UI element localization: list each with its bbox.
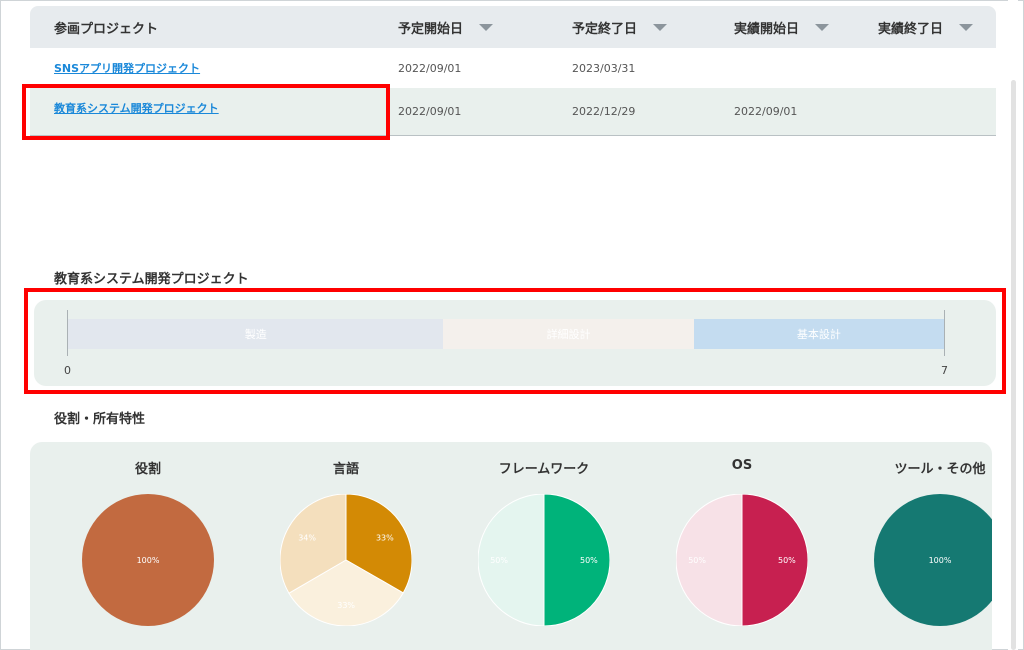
pie-title: フレームワーク: [498, 462, 590, 477]
project-link-sns[interactable]: SNSアプリ開発プロジェクト: [54, 60, 200, 76]
pie-slice-label: 100%: [137, 556, 160, 565]
pie-slice-label: 50%: [490, 556, 508, 565]
pie-slice-label: 34%: [298, 534, 316, 543]
pie-chart: 100%: [82, 494, 214, 626]
pie-slice-label: 50%: [580, 556, 598, 565]
table-header: 参画プロジェクト 予定開始日 予定終了日 実績開始日 実績終了日: [30, 6, 996, 48]
pie-title: 言語: [332, 462, 359, 477]
plan-start-cell: 2022/09/01: [398, 105, 462, 118]
pie-slice[interactable]: [478, 494, 545, 626]
sort-down-icon[interactable]: [959, 23, 974, 31]
pie-block: フレームワーク 50% 50%: [454, 442, 634, 650]
header-project: 参画プロジェクト: [54, 21, 159, 37]
plan-end-cell: 2023/03/31: [572, 61, 636, 75]
pie-chart: 50% 50%: [478, 494, 610, 626]
highlight-box-gantt: [24, 288, 1006, 394]
highlight-box-project-link: [22, 84, 390, 140]
header-plan-start[interactable]: 予定開始日: [398, 6, 494, 48]
pie-slice-label: 33%: [376, 534, 394, 543]
pie-slice[interactable]: [741, 494, 808, 626]
pie-title: OS: [731, 458, 753, 473]
sort-down-icon[interactable]: [815, 23, 830, 31]
pie-title: ツール・その他: [894, 462, 986, 477]
header-actual-end[interactable]: 実績終了日: [878, 6, 974, 48]
pie-title: 役割: [134, 462, 161, 477]
table-row: SNSアプリ開発プロジェクト 2022/09/01 2023/03/31: [30, 48, 996, 88]
pie-slice-label: 33%: [337, 601, 355, 610]
sort-down-icon[interactable]: [479, 23, 494, 31]
header-actual-start[interactable]: 実績開始日: [734, 6, 830, 48]
pie-slice[interactable]: [543, 494, 610, 626]
pie-chart: 100%: [874, 494, 992, 626]
pie-block: 役割 100%: [58, 442, 238, 650]
plan-end-cell: 2022/12/29: [572, 105, 636, 118]
sort-down-icon[interactable]: [653, 23, 668, 31]
scrollbar-thumb[interactable]: [1011, 80, 1016, 650]
pie-block: ツール・その他 100%: [850, 442, 992, 650]
gantt-title: 教育系システム開発プロジェクト: [54, 272, 249, 287]
pie-chart: 33% 33% 34%: [280, 494, 412, 626]
pie-slice-label: 50%: [778, 556, 796, 565]
pie-slice-label: 50%: [688, 556, 706, 565]
pie-block: OS 50% 50%: [652, 442, 832, 650]
traits-card: 役割 100% 言語 33% 33% 34% フレームワーク 50% 50% OS 50% 50% ツー…: [30, 442, 992, 650]
traits-title: 役割・所有特性: [54, 412, 146, 427]
pie-block: 言語 33% 33% 34%: [256, 442, 436, 650]
actual-start-cell: 2022/09/01: [734, 105, 798, 118]
header-plan-end[interactable]: 予定終了日: [572, 6, 668, 48]
pie-chart: 50% 50%: [676, 494, 808, 626]
plan-start-cell: 2022/09/01: [398, 61, 462, 75]
pie-slice-label: 100%: [929, 556, 952, 565]
pie-slice[interactable]: [676, 494, 743, 626]
